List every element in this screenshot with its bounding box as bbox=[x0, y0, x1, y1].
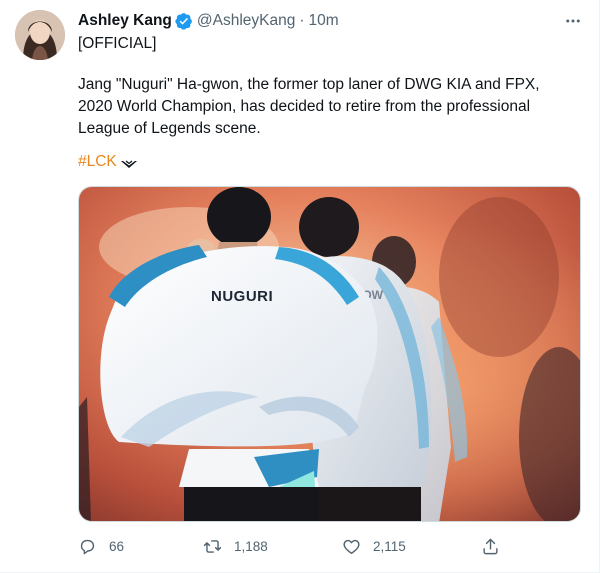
tweet-header: Ashley Kang @AshleyKang · 10m bbox=[78, 11, 339, 31]
tweet-timestamp[interactable]: 10m bbox=[309, 12, 339, 30]
like-count: 2,115 bbox=[373, 538, 406, 554]
heart-icon bbox=[343, 539, 360, 554]
more-options-icon[interactable] bbox=[562, 10, 584, 32]
reply-button[interactable]: 66 bbox=[78, 536, 124, 556]
like-button[interactable]: 2,115 bbox=[342, 536, 406, 556]
jacket-name-text: NUGURI bbox=[211, 288, 273, 305]
reply-count: 66 bbox=[109, 538, 125, 554]
author-name[interactable]: Ashley Kang bbox=[78, 12, 172, 30]
tweet-body-text: Jang "Nuguri" Ha-gwon, the former top la… bbox=[78, 76, 540, 137]
lck-hashflag-icon bbox=[120, 156, 138, 168]
tweet-card: Ashley Kang @AshleyKang · 10m [OFFICIAL]… bbox=[0, 0, 600, 573]
reply-icon bbox=[80, 539, 95, 554]
tweet-actions-bar: 66 1,188 2,115 bbox=[78, 536, 508, 556]
share-icon bbox=[483, 538, 498, 554]
avatar[interactable] bbox=[15, 10, 65, 60]
share-button[interactable] bbox=[481, 536, 500, 556]
tweet-media-photo[interactable]: KHYOW NUGURI bbox=[78, 186, 581, 522]
author-handle[interactable]: @AshleyKang bbox=[197, 12, 295, 30]
hashtag-lck[interactable]: #LCK bbox=[78, 151, 117, 173]
retweet-icon bbox=[203, 539, 222, 553]
separator-dot: · bbox=[299, 12, 305, 29]
tweet-text-line-official: [OFFICIAL] bbox=[78, 35, 157, 52]
verified-badge-icon bbox=[175, 12, 193, 30]
tweet-hashtag-row: #LCK bbox=[78, 151, 138, 173]
retweet-button[interactable]: 1,188 bbox=[203, 536, 268, 556]
retweet-count: 1,188 bbox=[234, 538, 268, 554]
